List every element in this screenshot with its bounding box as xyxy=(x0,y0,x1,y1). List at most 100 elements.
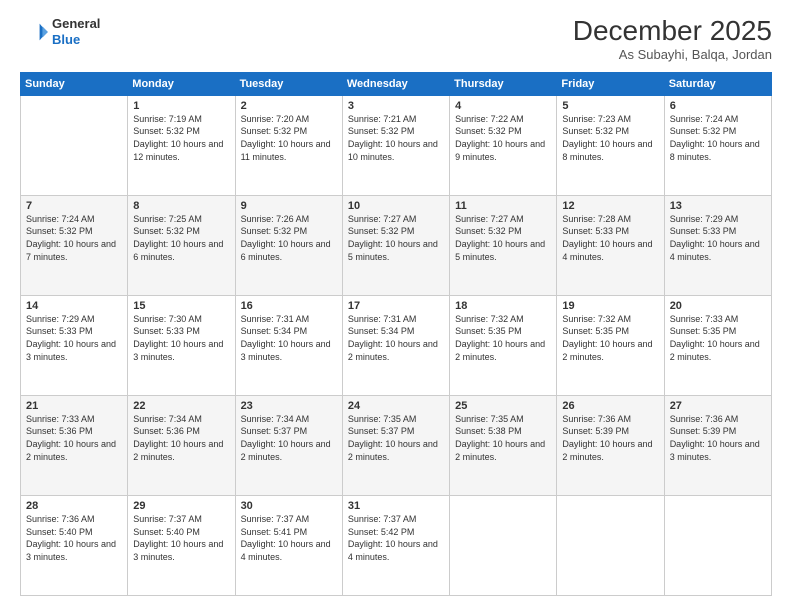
day-info: Sunrise: 7:22 AM Sunset: 5:32 PM Dayligh… xyxy=(455,113,551,163)
title-section: December 2025 As Subayhi, Balqa, Jordan xyxy=(573,16,772,62)
day-number: 9 xyxy=(241,200,337,212)
day-info: Sunrise: 7:37 AM Sunset: 5:41 PM Dayligh… xyxy=(241,513,337,563)
day-number: 21 xyxy=(26,400,122,412)
day-number: 19 xyxy=(562,300,658,312)
location: As Subayhi, Balqa, Jordan xyxy=(573,47,772,62)
day-cell xyxy=(664,495,771,595)
day-cell: 12 Sunrise: 7:28 AM Sunset: 5:33 PM Dayl… xyxy=(557,195,664,295)
day-cell: 21 Sunrise: 7:33 AM Sunset: 5:36 PM Dayl… xyxy=(21,395,128,495)
day-number: 16 xyxy=(241,300,337,312)
day-cell: 30 Sunrise: 7:37 AM Sunset: 5:41 PM Dayl… xyxy=(235,495,342,595)
day-cell: 17 Sunrise: 7:31 AM Sunset: 5:34 PM Dayl… xyxy=(342,295,449,395)
day-cell: 7 Sunrise: 7:24 AM Sunset: 5:32 PM Dayli… xyxy=(21,195,128,295)
week-row-0: 1 Sunrise: 7:19 AM Sunset: 5:32 PM Dayli… xyxy=(21,95,772,195)
day-number: 12 xyxy=(562,200,658,212)
day-cell: 3 Sunrise: 7:21 AM Sunset: 5:32 PM Dayli… xyxy=(342,95,449,195)
day-cell xyxy=(21,95,128,195)
day-number: 14 xyxy=(26,300,122,312)
day-number: 30 xyxy=(241,500,337,512)
week-row-3: 21 Sunrise: 7:33 AM Sunset: 5:36 PM Dayl… xyxy=(21,395,772,495)
day-number: 8 xyxy=(133,200,229,212)
day-info: Sunrise: 7:19 AM Sunset: 5:32 PM Dayligh… xyxy=(133,113,229,163)
day-info: Sunrise: 7:28 AM Sunset: 5:33 PM Dayligh… xyxy=(562,213,658,263)
day-header-sunday: Sunday xyxy=(21,72,128,95)
day-info: Sunrise: 7:34 AM Sunset: 5:36 PM Dayligh… xyxy=(133,413,229,463)
day-info: Sunrise: 7:24 AM Sunset: 5:32 PM Dayligh… xyxy=(26,213,122,263)
day-header-friday: Friday xyxy=(557,72,664,95)
logo: General Blue xyxy=(20,16,100,47)
day-number: 11 xyxy=(455,200,551,212)
day-info: Sunrise: 7:29 AM Sunset: 5:33 PM Dayligh… xyxy=(26,313,122,363)
day-cell: 10 Sunrise: 7:27 AM Sunset: 5:32 PM Dayl… xyxy=(342,195,449,295)
day-cell: 1 Sunrise: 7:19 AM Sunset: 5:32 PM Dayli… xyxy=(128,95,235,195)
day-info: Sunrise: 7:27 AM Sunset: 5:32 PM Dayligh… xyxy=(455,213,551,263)
day-info: Sunrise: 7:29 AM Sunset: 5:33 PM Dayligh… xyxy=(670,213,766,263)
day-info: Sunrise: 7:34 AM Sunset: 5:37 PM Dayligh… xyxy=(241,413,337,463)
day-cell: 20 Sunrise: 7:33 AM Sunset: 5:35 PM Dayl… xyxy=(664,295,771,395)
day-cell: 11 Sunrise: 7:27 AM Sunset: 5:32 PM Dayl… xyxy=(450,195,557,295)
day-info: Sunrise: 7:21 AM Sunset: 5:32 PM Dayligh… xyxy=(348,113,444,163)
day-cell: 15 Sunrise: 7:30 AM Sunset: 5:33 PM Dayl… xyxy=(128,295,235,395)
day-number: 23 xyxy=(241,400,337,412)
day-number: 5 xyxy=(562,100,658,112)
day-number: 25 xyxy=(455,400,551,412)
day-cell: 13 Sunrise: 7:29 AM Sunset: 5:33 PM Dayl… xyxy=(664,195,771,295)
day-number: 4 xyxy=(455,100,551,112)
logo-line1: General xyxy=(52,16,100,32)
day-cell: 23 Sunrise: 7:34 AM Sunset: 5:37 PM Dayl… xyxy=(235,395,342,495)
day-cell: 25 Sunrise: 7:35 AM Sunset: 5:38 PM Dayl… xyxy=(450,395,557,495)
day-info: Sunrise: 7:24 AM Sunset: 5:32 PM Dayligh… xyxy=(670,113,766,163)
day-info: Sunrise: 7:31 AM Sunset: 5:34 PM Dayligh… xyxy=(348,313,444,363)
day-info: Sunrise: 7:23 AM Sunset: 5:32 PM Dayligh… xyxy=(562,113,658,163)
day-cell: 29 Sunrise: 7:37 AM Sunset: 5:40 PM Dayl… xyxy=(128,495,235,595)
day-header-tuesday: Tuesday xyxy=(235,72,342,95)
day-cell: 31 Sunrise: 7:37 AM Sunset: 5:42 PM Dayl… xyxy=(342,495,449,595)
day-cell: 2 Sunrise: 7:20 AM Sunset: 5:32 PM Dayli… xyxy=(235,95,342,195)
day-info: Sunrise: 7:32 AM Sunset: 5:35 PM Dayligh… xyxy=(562,313,658,363)
day-info: Sunrise: 7:37 AM Sunset: 5:42 PM Dayligh… xyxy=(348,513,444,563)
logo-icon xyxy=(20,18,48,46)
day-number: 26 xyxy=(562,400,658,412)
day-cell: 4 Sunrise: 7:22 AM Sunset: 5:32 PM Dayli… xyxy=(450,95,557,195)
day-info: Sunrise: 7:20 AM Sunset: 5:32 PM Dayligh… xyxy=(241,113,337,163)
day-number: 10 xyxy=(348,200,444,212)
day-number: 27 xyxy=(670,400,766,412)
day-info: Sunrise: 7:35 AM Sunset: 5:38 PM Dayligh… xyxy=(455,413,551,463)
day-cell: 19 Sunrise: 7:32 AM Sunset: 5:35 PM Dayl… xyxy=(557,295,664,395)
day-cell: 27 Sunrise: 7:36 AM Sunset: 5:39 PM Dayl… xyxy=(664,395,771,495)
logo-line2: Blue xyxy=(52,32,100,48)
day-cell: 28 Sunrise: 7:36 AM Sunset: 5:40 PM Dayl… xyxy=(21,495,128,595)
day-number: 17 xyxy=(348,300,444,312)
day-number: 2 xyxy=(241,100,337,112)
day-number: 28 xyxy=(26,500,122,512)
day-number: 3 xyxy=(348,100,444,112)
day-header-monday: Monday xyxy=(128,72,235,95)
calendar-table: SundayMondayTuesdayWednesdayThursdayFrid… xyxy=(20,72,772,596)
day-cell: 24 Sunrise: 7:35 AM Sunset: 5:37 PM Dayl… xyxy=(342,395,449,495)
day-info: Sunrise: 7:36 AM Sunset: 5:40 PM Dayligh… xyxy=(26,513,122,563)
day-number: 1 xyxy=(133,100,229,112)
day-info: Sunrise: 7:30 AM Sunset: 5:33 PM Dayligh… xyxy=(133,313,229,363)
day-info: Sunrise: 7:33 AM Sunset: 5:35 PM Dayligh… xyxy=(670,313,766,363)
day-info: Sunrise: 7:33 AM Sunset: 5:36 PM Dayligh… xyxy=(26,413,122,463)
week-row-4: 28 Sunrise: 7:36 AM Sunset: 5:40 PM Dayl… xyxy=(21,495,772,595)
day-cell: 22 Sunrise: 7:34 AM Sunset: 5:36 PM Dayl… xyxy=(128,395,235,495)
day-number: 15 xyxy=(133,300,229,312)
day-info: Sunrise: 7:27 AM Sunset: 5:32 PM Dayligh… xyxy=(348,213,444,263)
day-number: 7 xyxy=(26,200,122,212)
day-cell xyxy=(450,495,557,595)
day-number: 29 xyxy=(133,500,229,512)
day-info: Sunrise: 7:35 AM Sunset: 5:37 PM Dayligh… xyxy=(348,413,444,463)
day-header-wednesday: Wednesday xyxy=(342,72,449,95)
day-cell: 5 Sunrise: 7:23 AM Sunset: 5:32 PM Dayli… xyxy=(557,95,664,195)
day-cell: 8 Sunrise: 7:25 AM Sunset: 5:32 PM Dayli… xyxy=(128,195,235,295)
day-number: 6 xyxy=(670,100,766,112)
day-info: Sunrise: 7:32 AM Sunset: 5:35 PM Dayligh… xyxy=(455,313,551,363)
week-row-1: 7 Sunrise: 7:24 AM Sunset: 5:32 PM Dayli… xyxy=(21,195,772,295)
day-header-thursday: Thursday xyxy=(450,72,557,95)
day-info: Sunrise: 7:37 AM Sunset: 5:40 PM Dayligh… xyxy=(133,513,229,563)
header: General Blue December 2025 As Subayhi, B… xyxy=(20,16,772,62)
day-header-saturday: Saturday xyxy=(664,72,771,95)
day-cell xyxy=(557,495,664,595)
day-cell: 16 Sunrise: 7:31 AM Sunset: 5:34 PM Dayl… xyxy=(235,295,342,395)
